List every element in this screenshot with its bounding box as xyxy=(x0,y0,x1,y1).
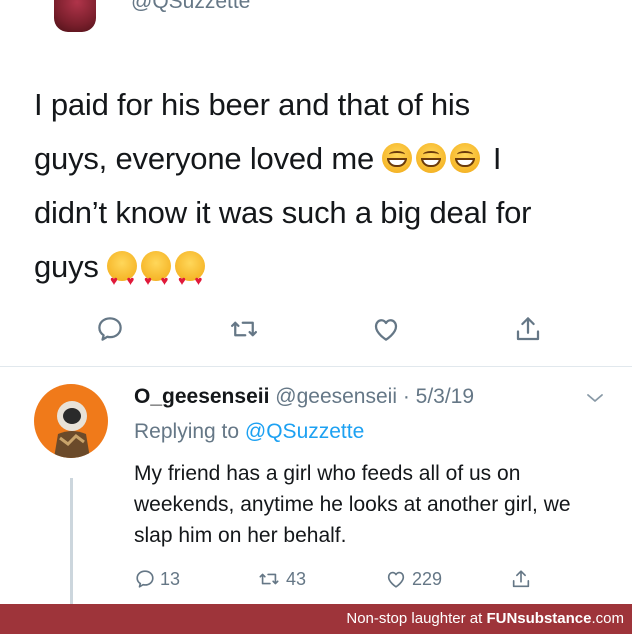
divider xyxy=(0,366,632,367)
tweet-line-text: I xyxy=(492,141,502,176)
tweet-text: I paid for his beer and that of his guys… xyxy=(34,78,614,308)
reply-reply-button[interactable]: 13 xyxy=(134,562,180,596)
tweet-line: guys, everyone loved me I xyxy=(34,132,614,186)
replying-to-mention[interactable]: @QSuzzette xyxy=(245,420,364,443)
reply-author-name[interactable]: O_geesenseii xyxy=(134,385,269,408)
share-icon xyxy=(512,570,530,588)
author-avatar[interactable] xyxy=(54,0,96,32)
reply-actions: 13 43 229 xyxy=(0,562,632,596)
reply-like-button[interactable]: 229 xyxy=(384,562,442,596)
tweet-line: I paid for his beer and that of his xyxy=(34,87,470,122)
grin-emoji-icon xyxy=(450,143,481,173)
replying-to: Replying to @QSuzzette xyxy=(134,420,364,444)
reply-text: My friend has a girl who feeds all of us… xyxy=(134,462,571,547)
retweet-button[interactable] xyxy=(224,306,264,352)
retweet-icon xyxy=(259,573,279,585)
tweet-line-text: guys, everyone loved me xyxy=(34,141,375,176)
more-options-button[interactable] xyxy=(584,390,606,411)
heart-icon xyxy=(387,571,405,588)
heart-icon xyxy=(374,319,398,341)
watermark-suffix: .com xyxy=(591,610,624,627)
watermark-brand: FUNsubstance xyxy=(486,610,592,627)
astronaut-avatar-image xyxy=(54,401,90,458)
heart-eyes-emoji-icon xyxy=(175,251,206,308)
heart-eyes-emoji-icon xyxy=(107,251,138,308)
grin-emoji-icon xyxy=(382,143,413,173)
watermark-text: Non-stop laughter at FUNsubstance.com xyxy=(346,610,624,627)
replying-to-label: Replying to xyxy=(134,420,240,443)
tweet-line: didn’t know it was such a big deal for xyxy=(34,195,532,230)
grin-emoji-icon xyxy=(416,143,447,173)
share-icon xyxy=(516,317,540,341)
like-button[interactable] xyxy=(366,306,406,352)
reply-icon xyxy=(136,570,154,588)
tweet-line-text: guys xyxy=(34,249,99,284)
reply-share-button[interactable] xyxy=(510,562,532,596)
heart-eyes-emoji-icon xyxy=(141,251,172,308)
watermark-prefix: Non-stop laughter at xyxy=(346,610,483,627)
reply-count: 13 xyxy=(160,568,181,589)
author-handle[interactable]: @QSuzzette xyxy=(131,0,250,14)
chevron-down-icon xyxy=(587,394,603,402)
retweet-count: 43 xyxy=(286,568,307,589)
reply-avatar[interactable] xyxy=(34,384,108,458)
retweet-icon xyxy=(231,321,257,337)
tweet-actions xyxy=(0,306,632,352)
reply-icon xyxy=(98,317,122,341)
watermark-banner: Non-stop laughter at FUNsubstance.com xyxy=(0,604,632,634)
tweet-line: guys xyxy=(34,240,614,308)
reply-author-meta[interactable]: @geesenseii · 5/3/19 xyxy=(275,385,474,408)
reply-header: O_geesenseii @geesenseii · 5/3/19 xyxy=(134,385,474,409)
like-count: 229 xyxy=(412,568,443,589)
share-button[interactable] xyxy=(508,306,548,352)
reply-button[interactable] xyxy=(90,306,130,352)
reply-retweet-button[interactable]: 43 xyxy=(256,562,306,596)
